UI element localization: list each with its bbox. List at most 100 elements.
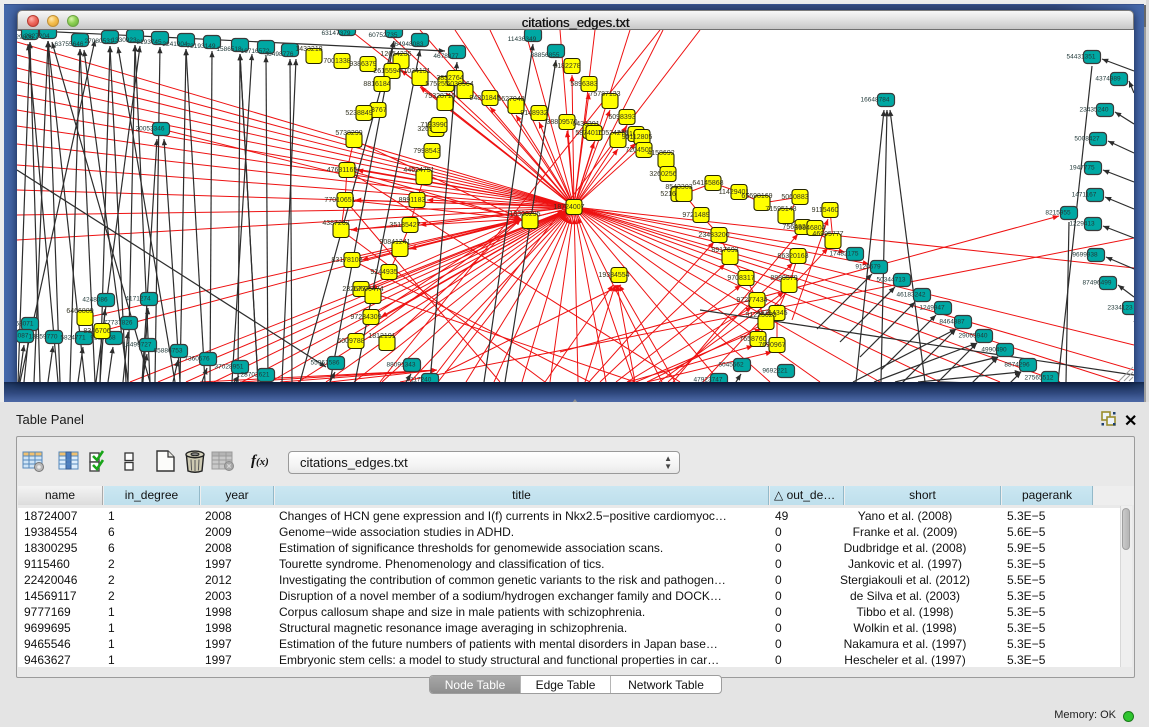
svg-text:7193990: 7193990 bbox=[420, 122, 447, 129]
svg-text:4171274: 4171274 bbox=[125, 296, 151, 303]
svg-text:55961586: 55961586 bbox=[311, 360, 340, 367]
svg-text:6466889: 6466889 bbox=[66, 308, 93, 315]
svg-text:65698169: 65698169 bbox=[741, 193, 772, 200]
svg-text:11436349: 11436349 bbox=[508, 36, 537, 43]
svg-text:8816184: 8816184 bbox=[363, 81, 390, 88]
svg-text:9244935: 9244935 bbox=[370, 269, 397, 276]
svg-text:8464887: 8464887 bbox=[939, 319, 965, 326]
svg-text:64948083: 64948083 bbox=[395, 41, 424, 48]
svg-text:6045562: 6045562 bbox=[718, 362, 744, 369]
svg-text:18300295: 18300295 bbox=[509, 211, 540, 218]
svg-text:88091343: 88091343 bbox=[387, 362, 416, 369]
svg-text:88856855: 88856855 bbox=[531, 52, 560, 59]
svg-text:12654235: 12654235 bbox=[380, 51, 411, 58]
svg-text:9699938: 9699938 bbox=[1072, 252, 1098, 259]
svg-text:5896383: 5896383 bbox=[570, 81, 597, 88]
svg-text:55168087: 55168087 bbox=[17, 333, 29, 340]
svg-text:1947775: 1947775 bbox=[1069, 165, 1095, 172]
svg-text:8543303: 8543303 bbox=[665, 184, 692, 191]
svg-text:8917693: 8917693 bbox=[711, 247, 738, 254]
svg-text:77010651: 77010651 bbox=[324, 197, 355, 204]
svg-text:71595148: 71595148 bbox=[765, 206, 796, 213]
svg-text:46183242: 46183242 bbox=[897, 292, 926, 299]
svg-text:9721489: 9721489 bbox=[682, 212, 709, 219]
svg-text:5238849: 5238849 bbox=[345, 110, 372, 117]
svg-text:73193149: 73193149 bbox=[187, 43, 216, 50]
svg-text:18724007: 18724007 bbox=[553, 204, 584, 211]
svg-text:7117240: 7117240 bbox=[407, 377, 432, 383]
svg-text:7001338: 7001338 bbox=[323, 58, 350, 65]
svg-text:90112805: 90112805 bbox=[622, 134, 653, 141]
svg-text:64145868: 64145868 bbox=[692, 180, 723, 187]
svg-text:47631165: 47631165 bbox=[327, 167, 358, 174]
svg-text:7360576: 7360576 bbox=[184, 356, 210, 363]
svg-text:54431351: 54431351 bbox=[1067, 54, 1096, 61]
svg-text:9386379: 9386379 bbox=[349, 61, 376, 68]
svg-text:1433218: 1433218 bbox=[295, 46, 322, 53]
svg-text:46995777: 46995777 bbox=[812, 231, 843, 238]
svg-text:35135427: 35135427 bbox=[389, 222, 420, 229]
svg-text:27565512: 27565512 bbox=[1025, 375, 1054, 382]
svg-text:4374989: 4374989 bbox=[1095, 76, 1121, 83]
svg-text:8991183: 8991183 bbox=[399, 197, 426, 204]
svg-text:17482175: 17482175 bbox=[830, 251, 859, 258]
svg-text:5738299: 5738299 bbox=[335, 130, 362, 137]
svg-text:27080531: 27080531 bbox=[85, 38, 114, 45]
svg-text:75787133: 75787133 bbox=[589, 91, 620, 98]
svg-text:14499727: 14499727 bbox=[123, 342, 152, 349]
svg-text:1229413: 1229413 bbox=[1069, 221, 1095, 228]
svg-text:75328710: 75328710 bbox=[424, 93, 455, 100]
svg-text:13859770: 13859770 bbox=[29, 334, 58, 341]
svg-text:9708317: 9708317 bbox=[727, 275, 754, 282]
svg-text:63147379: 63147379 bbox=[322, 30, 351, 37]
svg-text:5008427: 5008427 bbox=[1074, 136, 1100, 143]
svg-text:65886753: 65886753 bbox=[154, 348, 183, 355]
svg-text:23433200: 23433200 bbox=[698, 232, 729, 239]
svg-text:60752735: 60752735 bbox=[369, 32, 398, 39]
svg-text:8874296: 8874296 bbox=[1004, 362, 1030, 369]
svg-text:9120679: 9120679 bbox=[855, 264, 881, 271]
svg-text:4248086: 4248086 bbox=[82, 297, 108, 304]
svg-text:20053346: 20053346 bbox=[136, 126, 165, 133]
svg-text:6098393: 6098393 bbox=[608, 114, 635, 121]
svg-text:2627204: 2627204 bbox=[24, 33, 50, 40]
svg-text:5627048: 5627048 bbox=[497, 96, 524, 103]
svg-text:4158692: 4158692 bbox=[647, 150, 674, 157]
svg-text:8215955: 8215955 bbox=[1045, 210, 1071, 217]
svg-text:9148932: 9148932 bbox=[520, 110, 547, 117]
svg-text:97234309: 97234309 bbox=[350, 314, 381, 321]
svg-text:12606474: 12606474 bbox=[352, 286, 383, 293]
svg-text:4990490: 4990490 bbox=[981, 347, 1007, 354]
svg-text:2615594: 2615594 bbox=[373, 68, 400, 75]
svg-text:29065940: 29065940 bbox=[959, 333, 988, 340]
svg-text:4387262: 4387262 bbox=[322, 220, 349, 227]
svg-text:3260256: 3260256 bbox=[649, 171, 676, 178]
svg-text:63755646: 63755646 bbox=[55, 41, 84, 48]
svg-text:94801845: 94801845 bbox=[469, 95, 500, 102]
svg-text:8193745: 8193745 bbox=[136, 39, 162, 46]
svg-text:6030564: 6030564 bbox=[446, 81, 473, 88]
svg-text:1471167: 1471167 bbox=[1072, 192, 1097, 199]
svg-text:7998543: 7998543 bbox=[413, 148, 440, 155]
svg-text:19384554: 19384554 bbox=[598, 272, 629, 279]
svg-text:5060883: 5060883 bbox=[781, 194, 808, 201]
svg-text:5824771: 5824771 bbox=[60, 335, 86, 342]
svg-text:1249947: 1249947 bbox=[919, 305, 945, 312]
svg-text:8182278: 8182278 bbox=[553, 63, 580, 70]
svg-text:38498776: 38498776 bbox=[265, 51, 294, 58]
svg-text:2334123: 2334123 bbox=[1107, 305, 1133, 312]
svg-text:44624751: 44624751 bbox=[403, 167, 434, 174]
svg-text:1586518: 1586518 bbox=[216, 46, 242, 53]
svg-text:28702621: 28702621 bbox=[241, 372, 270, 379]
svg-text:86320163: 86320163 bbox=[777, 253, 808, 260]
svg-text:97277434: 97277434 bbox=[736, 297, 767, 304]
svg-text:87496499: 87496499 bbox=[1083, 280, 1112, 287]
svg-text:91223623: 91223623 bbox=[745, 312, 776, 319]
svg-text:2241904: 2241904 bbox=[162, 41, 188, 48]
svg-text:8889579: 8889579 bbox=[770, 275, 797, 282]
svg-text:1812191: 1812191 bbox=[368, 333, 395, 340]
svg-text:37028951: 37028951 bbox=[215, 364, 244, 371]
svg-text:6009788: 6009788 bbox=[337, 338, 364, 345]
svg-text:50344713: 50344713 bbox=[877, 277, 906, 284]
svg-text:8346706: 8346706 bbox=[83, 328, 110, 335]
